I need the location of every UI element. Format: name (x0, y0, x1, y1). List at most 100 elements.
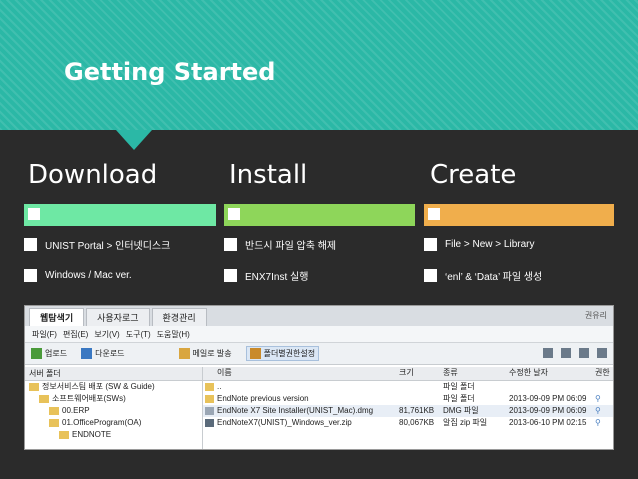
layout-icon[interactable] (597, 348, 607, 358)
search-icon[interactable]: ⚲ (595, 417, 601, 429)
download-button[interactable]: 다운로드 (81, 348, 125, 359)
install-title: Install (229, 160, 308, 190)
folder-icon (39, 395, 49, 403)
item-text: Windows / Mac ver. (45, 269, 132, 281)
download-bar (24, 204, 216, 226)
create-item-2: ‘enl’ & ‘Data’ 파일 생성 (424, 267, 542, 283)
checkbox-icon (224, 237, 237, 251)
menu-view[interactable]: 보기(V) (91, 329, 122, 340)
download-column: Download (28, 160, 216, 190)
menu-help[interactable]: 도움말(H) (154, 329, 193, 340)
dmg-file-icon (205, 407, 214, 415)
menu-file[interactable]: 파일(F) (29, 329, 60, 340)
item-text: UNIST Portal > 인터넷디스크 (45, 240, 171, 252)
file-name: EndNote previous version (217, 394, 309, 403)
column-name[interactable]: 이름 (217, 367, 232, 378)
bar-square-icon (28, 208, 40, 220)
table-row[interactable]: .. 파일 폴더 (203, 381, 613, 393)
file-date: 2013-09-09 PM 06:09 (509, 394, 587, 403)
email-label: 메일로 발송 (192, 349, 232, 358)
column-permission[interactable]: 권한 (595, 367, 610, 378)
item-text: File > New > Library (445, 238, 535, 250)
file-type: 파일 폴더 (443, 382, 475, 391)
copy-icon[interactable] (543, 348, 553, 358)
file-explorer-window: 웹탐색기 사용자로그 환경관리 권유리 파일(F) 편집(E) 보기(V) 도구… (24, 305, 614, 450)
tree-item-label: 01.OfficeProgram(OA) (62, 418, 142, 427)
upload-label: 업로드 (45, 349, 68, 358)
tree-item-label: 정보서비스팀 배포 (SW & Guide) (42, 382, 155, 391)
install-item-1: 반드시 파일 압축 해제 (224, 236, 336, 252)
email-send-button[interactable]: 메일로 발송 (178, 348, 232, 359)
folder-tree: 서버 폴더 정보서비스팀 배포 (SW & Guide) 소프트웨어배포(SWs… (25, 367, 203, 449)
file-list: 이름 크기 종류 수정한 날자 권한 .. 파일 폴더 EndNote prev… (203, 367, 613, 449)
header-notch (116, 130, 152, 150)
menu-tools[interactable]: 도구(T) (123, 329, 154, 340)
tree-item[interactable]: ENDNOTE (25, 429, 202, 441)
toolbar-right-icons (543, 348, 607, 358)
download-item-2: Windows / Mac ver. (24, 267, 132, 283)
tree-item[interactable]: 01.OfficeProgram(OA) (25, 417, 202, 429)
user-name: 권유리 (584, 311, 607, 320)
item-text: ENX7Inst 실행 (245, 271, 309, 283)
tree-item-label: 00.ERP (62, 406, 90, 415)
upload-icon (31, 348, 42, 359)
delete-icon[interactable] (561, 348, 571, 358)
column-size[interactable]: 크기 (399, 367, 414, 378)
upload-button[interactable]: 업로드 (31, 348, 67, 359)
folder-icon (49, 419, 59, 427)
folder-permission-button[interactable]: 폴더별권한설정 (245, 346, 320, 361)
bar-square-icon (228, 208, 240, 220)
search-icon[interactable]: ⚲ (595, 393, 601, 405)
view-icon[interactable] (579, 348, 589, 358)
file-name: EndNoteX7(UNIST)_Windows_ver.zip (217, 418, 352, 427)
menu-edit[interactable]: 편집(E) (60, 329, 91, 340)
permission-label: 폴더별권한설정 (263, 349, 316, 358)
checkbox-icon (224, 268, 237, 282)
create-title: Create (430, 160, 517, 190)
tree-item[interactable]: 정보서비스팀 배포 (SW & Guide) (25, 381, 202, 393)
download-icon (81, 348, 93, 359)
explorer-toolbar: 업로드 다운로드 메일로 발송 폴더별권한설정 (25, 343, 613, 365)
install-item-2: ENX7Inst 실행 (224, 267, 308, 283)
explorer-panes: 서버 폴더 정보서비스팀 배포 (SW & Guide) 소프트웨어배포(SWs… (25, 367, 613, 449)
mail-icon (178, 348, 190, 359)
create-bar (424, 204, 614, 226)
checkbox-icon (24, 237, 37, 251)
zip-file-icon (205, 419, 214, 427)
file-type: 파일 폴더 (443, 394, 475, 403)
create-column: Create (430, 160, 620, 190)
search-icon[interactable]: ⚲ (595, 405, 601, 417)
tab-web-explorer[interactable]: 웹탐색기 (29, 308, 85, 326)
explorer-tabbar: 웹탐색기 사용자로그 환경관리 권유리 (25, 306, 613, 326)
tree-item[interactable]: 00.ERP (25, 405, 202, 417)
file-type: DMG 파일 (443, 406, 479, 415)
download-item-1: UNIST Portal > 인터넷디스크 (24, 236, 170, 252)
install-bar (224, 204, 415, 226)
download-title: Download (28, 160, 158, 190)
file-name: EndNote X7 Site Installer(UNIST_Mac).dmg (217, 406, 374, 415)
item-text: 반드시 파일 압축 해제 (245, 240, 337, 252)
folder-lock-icon (249, 348, 261, 359)
column-type[interactable]: 종류 (443, 367, 458, 378)
tree-item[interactable]: 소프트웨어배포(SWs) (25, 393, 202, 405)
folder-icon (205, 383, 214, 391)
file-name: .. (217, 382, 222, 391)
table-row[interactable]: EndNote previous version 파일 폴더 2013-09-0… (203, 393, 613, 405)
table-row[interactable]: EndNoteX7(UNIST)_Windows_ver.zip 80,067K… (203, 417, 613, 429)
page-title: Getting Started (64, 58, 276, 86)
file-list-header: 이름 크기 종류 수정한 날자 권한 (203, 367, 613, 381)
explorer-menubar: 파일(F) 편집(E) 보기(V) 도구(T) 도움말(H) (25, 326, 613, 343)
tab-user-log[interactable]: 사용자로그 (86, 308, 150, 326)
folder-icon (29, 383, 39, 391)
item-text: ‘enl’ & ‘Data’ 파일 생성 (445, 271, 543, 283)
folder-icon (59, 431, 69, 439)
tree-header: 서버 폴더 (25, 367, 202, 381)
column-date[interactable]: 수정한 날자 (509, 367, 548, 378)
tab-environment[interactable]: 환경관리 (151, 308, 207, 326)
file-date: 2013-09-09 PM 06:09 (509, 406, 587, 415)
checkbox-icon (424, 268, 437, 282)
table-row[interactable]: EndNote X7 Site Installer(UNIST_Mac).dmg… (203, 405, 613, 417)
file-date: 2013-06-10 PM 02:15 (509, 418, 587, 427)
file-size: 80,067KB (399, 418, 435, 427)
folder-icon (205, 395, 214, 403)
